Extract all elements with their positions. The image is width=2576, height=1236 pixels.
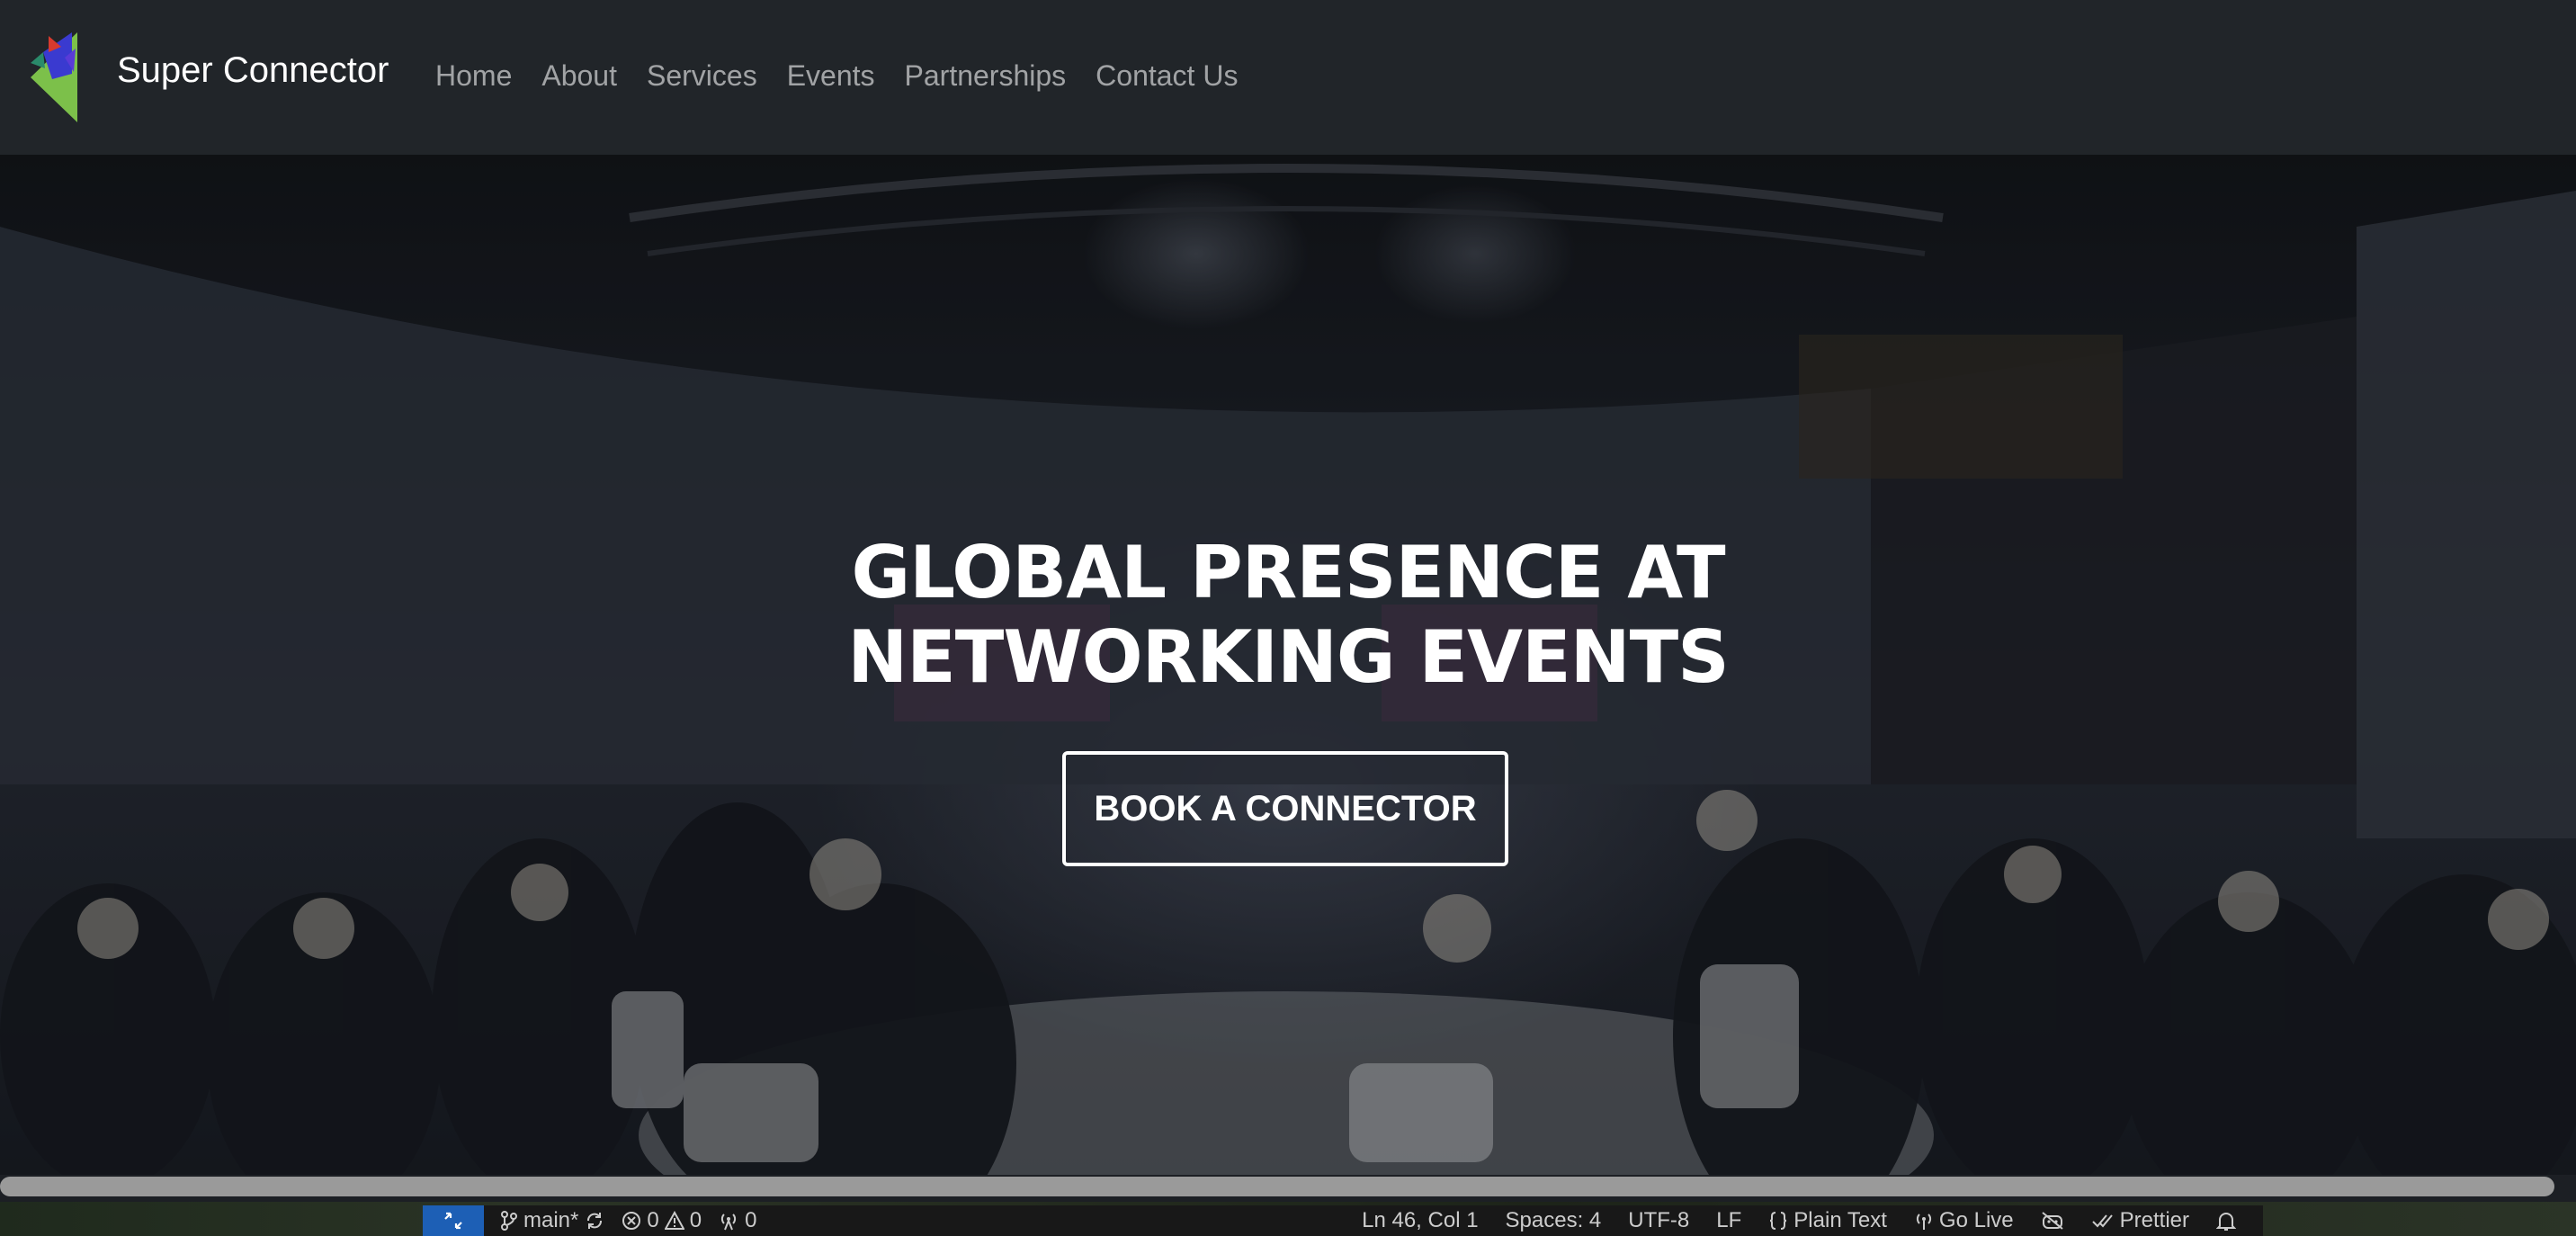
- problems-indicator[interactable]: 0 0: [622, 1208, 702, 1233]
- go-live-label: Go Live: [1938, 1208, 2014, 1232]
- horizontal-scrollbar-thumb[interactable]: [0, 1177, 2554, 1196]
- navbar: Super Connector Home About Services Even…: [0, 0, 2576, 155]
- nav-link-contact-us[interactable]: Contact Us: [1096, 59, 1238, 93]
- nav-link-about[interactable]: About: [541, 59, 617, 93]
- double-check-icon: [2091, 1211, 2115, 1231]
- nav-link-services[interactable]: Services: [647, 59, 757, 93]
- hero-title-line-1: GLOBAL PRESENCE AT: [851, 531, 1725, 614]
- prettier-status[interactable]: Prettier: [2091, 1208, 2189, 1233]
- indentation-indicator[interactable]: Spaces: 4: [1506, 1208, 1602, 1233]
- go-live-button[interactable]: Go Live: [1914, 1208, 2014, 1233]
- hero-content: GLOBAL PRESENCE AT NETWORKING EVENTS BOO…: [0, 155, 2576, 1175]
- error-count: 0: [647, 1208, 659, 1232]
- ports-indicator[interactable]: 0: [718, 1208, 756, 1233]
- cursor-position[interactable]: Ln 46, Col 1: [1362, 1208, 1478, 1233]
- branch-name: main*: [523, 1208, 579, 1232]
- broadcast-icon: [1914, 1211, 1934, 1231]
- language-mode[interactable]: Plain Text: [1768, 1208, 1887, 1233]
- warning-count: 0: [689, 1208, 702, 1232]
- prettier-label: Prettier: [2119, 1208, 2189, 1232]
- language-label: Plain Text: [1793, 1208, 1887, 1232]
- nav-link-events[interactable]: Events: [787, 59, 875, 93]
- bell-icon: [2216, 1210, 2236, 1232]
- eol-indicator[interactable]: LF: [1716, 1208, 1741, 1233]
- sync-icon[interactable]: [584, 1210, 605, 1232]
- nav-link-home[interactable]: Home: [435, 59, 512, 93]
- nav-links: Home About Services Events Partnerships …: [435, 59, 1267, 93]
- super-connector-logo[interactable]: [25, 32, 81, 122]
- status-bar-right: Ln 46, Col 1 Spaces: 4 UTF-8 LF Plain Te…: [1362, 1208, 2263, 1233]
- git-branch-icon: [500, 1210, 518, 1232]
- copilot-status[interactable]: [2041, 1211, 2064, 1231]
- remote-icon[interactable]: [423, 1205, 484, 1236]
- horizontal-scrollbar[interactable]: [0, 1175, 2576, 1202]
- error-icon: [622, 1211, 641, 1231]
- encoding-indicator[interactable]: UTF-8: [1628, 1208, 1689, 1233]
- broadcast-icon: [718, 1211, 739, 1231]
- hero-title-line-2: NETWORKING EVENTS: [847, 615, 1730, 699]
- editor-status-bar: main* 0 0 0 Ln 46, Col 1 Spaces: 4 UTF-8…: [423, 1205, 2263, 1236]
- notifications-button[interactable]: [2216, 1210, 2236, 1232]
- hero-title: GLOBAL PRESENCE AT NETWORKING EVENTS: [838, 531, 1738, 700]
- braces-icon: [1768, 1211, 1788, 1231]
- hero-section: GLOBAL PRESENCE AT NETWORKING EVENTS BOO…: [0, 155, 2576, 1175]
- ports-count: 0: [745, 1208, 757, 1232]
- nav-link-partnerships[interactable]: Partnerships: [905, 59, 1067, 93]
- book-a-connector-button[interactable]: BOOK A CONNECTOR: [1062, 751, 1508, 866]
- warning-icon: [664, 1211, 684, 1231]
- copilot-icon: [2041, 1211, 2064, 1231]
- brand-name[interactable]: Super Connector: [117, 50, 389, 91]
- branch-indicator[interactable]: main*: [500, 1208, 605, 1233]
